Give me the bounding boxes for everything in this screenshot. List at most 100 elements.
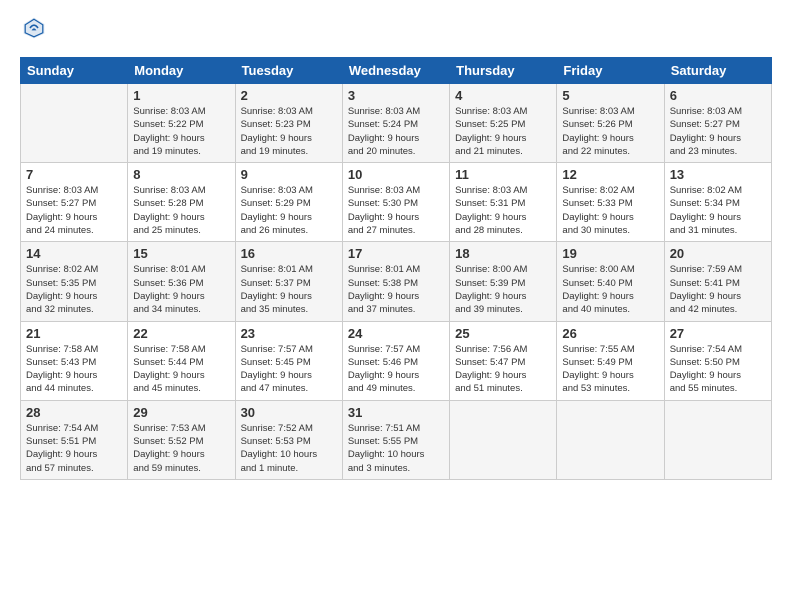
day-number: 14 (26, 246, 122, 261)
calendar-cell: 12 Sunrise: 8:02 AM Sunset: 5:33 PM Dayli… (557, 163, 664, 242)
day-number: 30 (241, 405, 337, 420)
day-info: Sunrise: 8:02 AM Sunset: 5:33 PM Dayligh… (562, 184, 658, 237)
calendar-cell: 1Sunrise: 8:03 AM Sunset: 5:22 PM Daylig… (128, 84, 235, 163)
calendar-cell: 20Sunrise: 7:59 AM Sunset: 5:41 PM Dayli… (664, 242, 771, 321)
day-number: 12 (562, 167, 658, 182)
day-info: Sunrise: 7:57 AM Sunset: 5:46 PM Dayligh… (348, 343, 444, 396)
day-number: 3 (348, 88, 444, 103)
logo (20, 16, 50, 45)
day-number: 5 (562, 88, 658, 103)
day-number: 29 (133, 405, 229, 420)
day-number: 11 (455, 167, 551, 182)
day-info: Sunrise: 7:54 AM Sunset: 5:51 PM Dayligh… (26, 422, 122, 475)
day-number: 20 (670, 246, 766, 261)
day-number: 9 (241, 167, 337, 182)
day-info: Sunrise: 8:01 AM Sunset: 5:38 PM Dayligh… (348, 263, 444, 316)
day-info: Sunrise: 8:02 AM Sunset: 5:35 PM Dayligh… (26, 263, 122, 316)
calendar-cell: 21 Sunrise: 7:58 AM Sunset: 5:43 PM Dayli… (21, 321, 128, 400)
day-info: Sunrise: 7:52 AM Sunset: 5:53 PM Dayligh… (241, 422, 337, 475)
day-number: 13 (670, 167, 766, 182)
day-info: Sunrise: 8:00 AM Sunset: 5:39 PM Dayligh… (455, 263, 551, 316)
calendar-cell: 11 Sunrise: 8:03 AM Sunset: 5:31 PM Dayli… (450, 163, 557, 242)
day-number: 2 (241, 88, 337, 103)
day-info: Sunrise: 7:57 AM Sunset: 5:45 PM Dayligh… (241, 343, 337, 396)
day-info: Sunrise: 8:03 AM Sunset: 5:29 PM Dayligh… (241, 184, 337, 237)
day-info: Sunrise: 8:01 AM Sunset: 5:36 PM Dayligh… (133, 263, 229, 316)
calendar-cell: 18Sunrise: 8:00 AM Sunset: 5:39 PM Dayli… (450, 242, 557, 321)
calendar-cell: 24 Sunrise: 7:57 AM Sunset: 5:46 PM Dayli… (342, 321, 449, 400)
day-info: Sunrise: 8:03 AM Sunset: 5:27 PM Dayligh… (26, 184, 122, 237)
calendar-cell: 16 Sunrise: 8:01 AM Sunset: 5:37 PM Dayli… (235, 242, 342, 321)
header (20, 16, 772, 45)
weekday-header-tuesday: Tuesday (235, 58, 342, 84)
day-info: Sunrise: 8:03 AM Sunset: 5:30 PM Dayligh… (348, 184, 444, 237)
calendar-cell: 8 Sunrise: 8:03 AM Sunset: 5:28 PM Daylig… (128, 163, 235, 242)
day-number: 7 (26, 167, 122, 182)
calendar-cell: 13Sunrise: 8:02 AM Sunset: 5:34 PM Dayli… (664, 163, 771, 242)
calendar-cell: 3 Sunrise: 8:03 AM Sunset: 5:24 PM Daylig… (342, 84, 449, 163)
day-info: Sunrise: 8:00 AM Sunset: 5:40 PM Dayligh… (562, 263, 658, 316)
calendar-cell: 19 Sunrise: 8:00 AM Sunset: 5:40 PM Dayli… (557, 242, 664, 321)
day-info: Sunrise: 8:03 AM Sunset: 5:31 PM Dayligh… (455, 184, 551, 237)
calendar-week-3: 14 Sunrise: 8:02 AM Sunset: 5:35 PM Dayli… (21, 242, 772, 321)
weekday-header-monday: Monday (128, 58, 235, 84)
page-container: SundayMondayTuesdayWednesdayThursdayFrid… (0, 0, 792, 490)
calendar-cell: 14 Sunrise: 8:02 AM Sunset: 5:35 PM Dayli… (21, 242, 128, 321)
day-number: 31 (348, 405, 444, 420)
calendar-cell: 30 Sunrise: 7:52 AM Sunset: 5:53 PM Dayli… (235, 400, 342, 479)
calendar-cell: 15Sunrise: 8:01 AM Sunset: 5:36 PM Dayli… (128, 242, 235, 321)
day-info: Sunrise: 8:03 AM Sunset: 5:28 PM Dayligh… (133, 184, 229, 237)
day-info: Sunrise: 8:03 AM Sunset: 5:23 PM Dayligh… (241, 105, 337, 158)
day-number: 23 (241, 326, 337, 341)
calendar-cell: 25 Sunrise: 7:56 AM Sunset: 5:47 PM Dayli… (450, 321, 557, 400)
day-number: 16 (241, 246, 337, 261)
calendar-cell: 23 Sunrise: 7:57 AM Sunset: 5:45 PM Dayli… (235, 321, 342, 400)
day-number: 21 (26, 326, 122, 341)
weekday-header-thursday: Thursday (450, 58, 557, 84)
day-number: 10 (348, 167, 444, 182)
day-number: 26 (562, 326, 658, 341)
calendar-cell (557, 400, 664, 479)
day-number: 24 (348, 326, 444, 341)
calendar-cell: 10 Sunrise: 8:03 AM Sunset: 5:30 PM Dayli… (342, 163, 449, 242)
day-number: 4 (455, 88, 551, 103)
day-info: Sunrise: 7:56 AM Sunset: 5:47 PM Dayligh… (455, 343, 551, 396)
day-info: Sunrise: 7:58 AM Sunset: 5:44 PM Dayligh… (133, 343, 229, 396)
day-info: Sunrise: 7:58 AM Sunset: 5:43 PM Dayligh… (26, 343, 122, 396)
weekday-header-wednesday: Wednesday (342, 58, 449, 84)
calendar-cell: 6 Sunrise: 8:03 AM Sunset: 5:27 PM Daylig… (664, 84, 771, 163)
day-number: 8 (133, 167, 229, 182)
calendar-cell: 31Sunrise: 7:51 AM Sunset: 5:55 PM Dayli… (342, 400, 449, 479)
weekday-header-friday: Friday (557, 58, 664, 84)
day-info: Sunrise: 7:54 AM Sunset: 5:50 PM Dayligh… (670, 343, 766, 396)
weekday-header-sunday: Sunday (21, 58, 128, 84)
calendar-cell: 17 Sunrise: 8:01 AM Sunset: 5:38 PM Dayli… (342, 242, 449, 321)
day-number: 1 (133, 88, 229, 103)
calendar-cell: 9 Sunrise: 8:03 AM Sunset: 5:29 PM Daylig… (235, 163, 342, 242)
day-number: 6 (670, 88, 766, 103)
day-info: Sunrise: 8:03 AM Sunset: 5:27 PM Dayligh… (670, 105, 766, 158)
logo-icon (22, 16, 46, 40)
calendar-cell: 22 Sunrise: 7:58 AM Sunset: 5:44 PM Dayli… (128, 321, 235, 400)
day-number: 17 (348, 246, 444, 261)
calendar-week-5: 28 Sunrise: 7:54 AM Sunset: 5:51 PM Dayli… (21, 400, 772, 479)
day-info: Sunrise: 7:55 AM Sunset: 5:49 PM Dayligh… (562, 343, 658, 396)
calendar-week-4: 21 Sunrise: 7:58 AM Sunset: 5:43 PM Dayli… (21, 321, 772, 400)
calendar-cell (450, 400, 557, 479)
day-number: 22 (133, 326, 229, 341)
day-info: Sunrise: 7:53 AM Sunset: 5:52 PM Dayligh… (133, 422, 229, 475)
day-number: 19 (562, 246, 658, 261)
day-number: 25 (455, 326, 551, 341)
day-info: Sunrise: 8:03 AM Sunset: 5:24 PM Dayligh… (348, 105, 444, 158)
day-info: Sunrise: 8:01 AM Sunset: 5:37 PM Dayligh… (241, 263, 337, 316)
calendar-week-2: 7 Sunrise: 8:03 AM Sunset: 5:27 PM Daylig… (21, 163, 772, 242)
day-number: 28 (26, 405, 122, 420)
day-info: Sunrise: 8:03 AM Sunset: 5:25 PM Dayligh… (455, 105, 551, 158)
weekday-header-saturday: Saturday (664, 58, 771, 84)
calendar-cell (21, 84, 128, 163)
day-number: 27 (670, 326, 766, 341)
calendar-cell (664, 400, 771, 479)
calendar-week-1: 1Sunrise: 8:03 AM Sunset: 5:22 PM Daylig… (21, 84, 772, 163)
day-info: Sunrise: 8:03 AM Sunset: 5:26 PM Dayligh… (562, 105, 658, 158)
weekday-header-row: SundayMondayTuesdayWednesdayThursdayFrid… (21, 58, 772, 84)
